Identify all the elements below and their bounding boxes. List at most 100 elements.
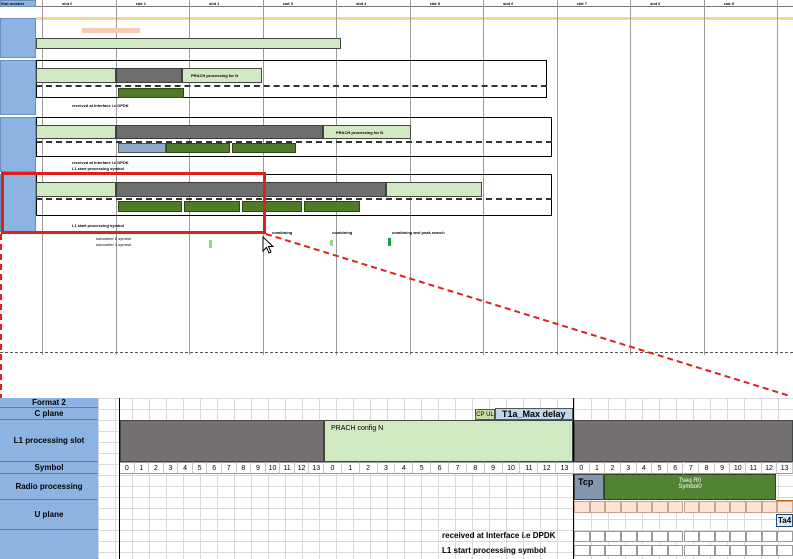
label-format: Format 2 xyxy=(0,398,98,408)
symbol-cell: 4 xyxy=(636,462,653,474)
symbol-cell: 8 xyxy=(699,462,715,474)
symbol-cell: 12 xyxy=(538,462,557,474)
symbol-cell: 3 xyxy=(620,462,637,474)
symbol-cell: 8 xyxy=(236,462,252,474)
symbol-cell: 7 xyxy=(222,462,237,474)
symbol-cell: 2 xyxy=(605,462,621,474)
symbol-cell: 11 xyxy=(746,462,762,474)
interface-cell xyxy=(605,545,621,556)
symbol-cell: 1 xyxy=(341,462,360,474)
symbol-cell: 5 xyxy=(652,462,668,474)
symbol-cell: 3 xyxy=(377,462,396,474)
interface-cell xyxy=(746,531,762,542)
interface-cell xyxy=(699,545,715,556)
interface-cell xyxy=(620,531,637,542)
uplane-cell xyxy=(699,501,715,513)
l1-grey-right xyxy=(574,420,793,462)
symbol-cell: 9 xyxy=(484,462,503,474)
symbol0-label: Symbol0 xyxy=(678,484,702,490)
uplane-cell xyxy=(636,501,653,513)
label-l1: L1 processing slot xyxy=(0,420,98,462)
symbol-cell: 5 xyxy=(413,462,432,474)
symbol-cell: 12 xyxy=(761,462,778,474)
interface-cell xyxy=(746,545,762,556)
symbol-cell: 7 xyxy=(449,462,467,474)
detail-table: Format 2 C plane L1 processing slot Symb… xyxy=(0,398,793,559)
symbol-cell: 6 xyxy=(431,462,449,474)
interface-cell xyxy=(777,545,793,556)
symbol-cell: 0 xyxy=(324,462,342,474)
interface-cell xyxy=(589,545,606,556)
interface-cell xyxy=(636,531,653,542)
interface-cell xyxy=(652,545,668,556)
label-col-lower xyxy=(0,530,98,559)
interface-cell xyxy=(574,531,590,542)
label-symbol: Symbol xyxy=(0,462,98,474)
interface-cell xyxy=(714,545,731,556)
uplane-cell xyxy=(683,501,700,513)
interface-cell xyxy=(683,545,700,556)
symbol-cell: 10 xyxy=(730,462,747,474)
symbol-cell: 13 xyxy=(777,462,793,474)
symbol-cell: 13 xyxy=(556,462,574,474)
interface-cell xyxy=(761,545,778,556)
uplane-cell xyxy=(730,501,747,513)
interface-cell xyxy=(699,531,715,542)
symbol-cell: 1 xyxy=(134,462,150,474)
symbol-cell: 7 xyxy=(683,462,700,474)
l1-grey-left xyxy=(120,420,324,462)
uplane-cell xyxy=(761,501,778,513)
interface-cell xyxy=(667,531,684,542)
received-text: received at Interface i.e DPDK xyxy=(442,531,556,540)
l1start-text: L1 start processing symbol xyxy=(442,546,547,555)
l1-prach-config: PRACH config N xyxy=(324,420,573,462)
uplane-cell xyxy=(574,501,590,513)
interface-cell xyxy=(777,531,793,542)
symbol-cell: 9 xyxy=(251,462,266,474)
tseq-box: Tseq R0 Symbol0 xyxy=(604,474,776,500)
symbol-cell: 11 xyxy=(520,462,539,474)
interface-cell xyxy=(620,545,637,556)
symbol-cell: 4 xyxy=(178,462,193,474)
label-uplane: U plane xyxy=(0,500,98,530)
uplane-cell xyxy=(667,501,684,513)
symbol-cell: 13 xyxy=(309,462,324,474)
uplane-cell xyxy=(777,501,793,513)
symbol-cell: 5 xyxy=(192,462,208,474)
cp-ul-box: CP UL xyxy=(475,409,495,420)
interface-cell xyxy=(574,545,590,556)
interface-cell xyxy=(667,545,684,556)
interface-cell xyxy=(605,531,621,542)
uplane-cell xyxy=(652,501,668,513)
interface-cell xyxy=(636,545,653,556)
interface-cell xyxy=(761,531,778,542)
symbol-cell: 12 xyxy=(294,462,310,474)
interface-cell xyxy=(714,531,731,542)
symbol-cell: 0 xyxy=(120,462,135,474)
symbol-cell: 10 xyxy=(502,462,521,474)
uplane-cell xyxy=(589,501,606,513)
symbol-cell: 8 xyxy=(466,462,485,474)
uplane-cell xyxy=(714,501,731,513)
tcp-box: Tcp xyxy=(574,474,604,500)
symbol-cell: 9 xyxy=(714,462,731,474)
label-cplane: C plane xyxy=(0,408,98,420)
label-radio: Radio processing xyxy=(0,474,98,500)
symbol-cell: 2 xyxy=(149,462,164,474)
interface-cell xyxy=(589,531,606,542)
interface-cell xyxy=(652,531,668,542)
t1a-box: T1a_Max delay xyxy=(495,408,573,420)
symbol-cell: 3 xyxy=(163,462,179,474)
interface-cell xyxy=(683,531,700,542)
symbol-cell: 4 xyxy=(395,462,414,474)
ta4-box: Ta4 xyxy=(776,514,793,527)
uplane-cell xyxy=(605,501,621,513)
symbol-cell: 1 xyxy=(589,462,606,474)
symbol-cell: 10 xyxy=(265,462,281,474)
symbol-cell: 0 xyxy=(574,462,590,474)
symbol-cell: 11 xyxy=(280,462,295,474)
symbol-cell: 6 xyxy=(207,462,222,474)
interface-cell xyxy=(730,545,747,556)
symbol-cell: 2 xyxy=(359,462,378,474)
uplane-cell xyxy=(746,501,762,513)
